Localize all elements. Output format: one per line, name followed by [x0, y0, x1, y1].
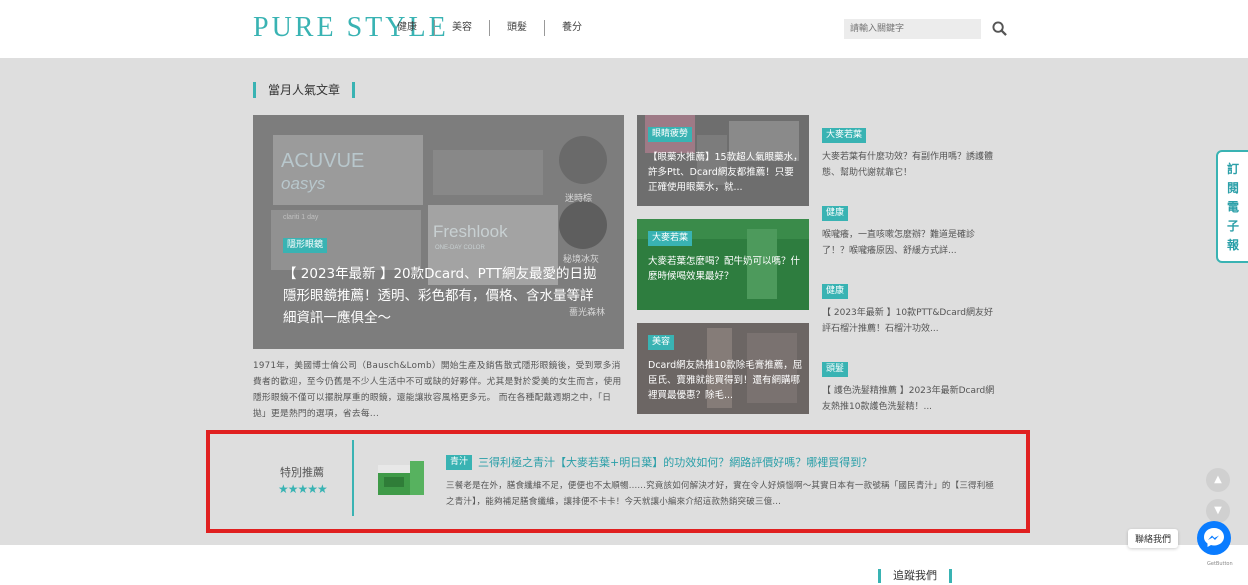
card-tag[interactable]: 眼睛疲勞	[648, 127, 693, 142]
card-title[interactable]: 大麥若葉怎麼喝？配牛奶可以嗎？什麼時候喝效果最好？	[648, 254, 803, 299]
nav-item-beauty[interactable]: 美容	[435, 20, 490, 36]
hero-image-text-acuvue: ACUVUE	[281, 150, 364, 172]
hero-image-text-oasys: oasys	[281, 174, 326, 193]
messenger-button[interactable]	[1197, 521, 1231, 555]
side-article[interactable]: 健康 喉嚨癢，一直咳嗽怎麼辦？難道是確診了！？喉嚨癢原因、舒緩方式詳...	[822, 200, 997, 259]
recommend-divider	[352, 440, 354, 516]
recommend-label: 特別推薦	[280, 466, 324, 479]
main-nav: 健康 美容 頭髮 養分	[380, 20, 599, 36]
follow-us-title: 追蹤我們	[878, 569, 952, 583]
scroll-down-button[interactable]: ▼	[1206, 499, 1230, 523]
recommend-tag[interactable]: 青汁	[446, 454, 473, 470]
search-icon[interactable]	[992, 21, 1007, 36]
nav-item-health[interactable]: 健康	[380, 20, 435, 36]
side-tag[interactable]: 健康	[822, 206, 849, 221]
scroll-up-button[interactable]: ▲	[1206, 468, 1230, 492]
subscribe-label[interactable]: 訂閱電子報	[1227, 160, 1241, 255]
recommend-body: 三餐老是在外，膳食纖維不足，便便也不太順暢......究竟該如何解決才好，實在令…	[446, 481, 995, 507]
side-title[interactable]: 喉嚨癢，一直咳嗽怎麼辦？難道是確診了！？喉嚨癢原因、舒緩方式詳...	[822, 227, 997, 259]
card-title[interactable]: 【眼藥水推薦】15款超人氣眼藥水，許多Ptt、Dcard網友都推薦！只要正確使用…	[648, 150, 803, 195]
hero-image-text-clariti: clariti 1 day	[283, 214, 319, 221]
getbutton-credit: GetButton	[1207, 561, 1233, 567]
side-article[interactable]: 健康 【 2023年最新 】10款PTT&Dcard網友好評石榴汁推薦！石榴汁功…	[822, 278, 997, 337]
side-article[interactable]: 大麥若葉 大麥若葉有什麼功效？有副作用嗎？誘護體態、幫助代謝就靠它！	[822, 122, 997, 181]
side-tag[interactable]: 大麥若葉	[822, 128, 867, 143]
site-header: PURE STYLE 健康 美容 頭髮 養分	[0, 0, 1248, 58]
hero-excerpt: 1971年，美國博士倫公司（Bausch&Lomb）開始生產及銷售散式隱形眼鏡後…	[253, 361, 622, 419]
recommend-heading: 青汁 三得利極之青汁【大麥若葉+明日葉】的功效如何？網路評價好嗎？哪裡買得到？	[446, 454, 872, 470]
messenger-icon	[1204, 528, 1224, 547]
card-tag[interactable]: 大麥若葉	[648, 231, 693, 246]
hero-title[interactable]: 【 2023年最新 】20款Dcard、PTT網友最愛的日拋隱形眼鏡推薦！透明、…	[283, 263, 603, 329]
nav-item-nutrition[interactable]: 養分	[545, 20, 599, 36]
hero-article[interactable]: ACUVUE oasys Freshlook ONE-DAY COLOR cla…	[253, 115, 624, 349]
hero-image-text-oneday: ONE-DAY COLOR	[435, 245, 485, 251]
article-card-barley[interactable]: 大麥若葉 大麥若葉怎麼喝？配牛奶可以嗎？什麼時候喝效果最好？	[637, 219, 809, 310]
article-card-hair-removal[interactable]: 美容 Dcard網友熱推10款除毛膏推薦，屈臣氏、寶雅就能買得到！還有網購哪裡買…	[637, 323, 809, 414]
side-tag[interactable]: 健康	[822, 284, 849, 299]
side-article[interactable]: 頭髮 【 護色洗髮精推薦 】2023年最新Dcard網友熱推10款護色洗髮精！.…	[822, 356, 997, 415]
card-tag[interactable]: 美容	[648, 335, 675, 350]
subscribe-newsletter-tab[interactable]: 訂閱電子報	[1216, 150, 1248, 263]
search-input[interactable]	[844, 19, 981, 39]
recommend-title[interactable]: 三得利極之青汁【大麥若葉+明日葉】的功效如何？網路評價好嗎？哪裡買得到？	[478, 454, 872, 470]
side-tag[interactable]: 頭髮	[822, 362, 849, 377]
card-title[interactable]: Dcard網友熱推10款除毛膏推薦，屈臣氏、寶雅就能買得到！還有網購哪裡買最優惠…	[648, 358, 803, 403]
popular-section-title: 當月人氣文章	[253, 82, 356, 98]
hero-image-text-brown: 迷時棕	[565, 192, 592, 204]
side-title[interactable]: 【 2023年最新 】10款PTT&Dcard網友好評石榴汁推薦！石榴汁功效..…	[822, 305, 997, 337]
side-title[interactable]: 大麥若葉有什麼功效？有副作用嗎？誘護體態、幫助代謝就靠它！	[822, 149, 997, 181]
hero-image-text-freshlook: Freshlook	[433, 222, 508, 241]
footer-section	[0, 545, 1248, 585]
contact-us-label[interactable]: 聯絡我們	[1128, 529, 1179, 548]
hero-tag[interactable]: 隱形眼鏡	[283, 238, 328, 253]
green-juice-product-image[interactable]	[374, 457, 430, 499]
special-recommendation: 特別推薦 ★★★★★ 青汁 三得利極之青汁【大麥若葉+明日葉】的功效如何？網路評…	[206, 430, 1030, 533]
nav-item-hair[interactable]: 頭髮	[490, 20, 545, 36]
article-card-eyedrops[interactable]: 眼睛疲勞 【眼藥水推薦】15款超人氣眼藥水，許多Ptt、Dcard網友都推薦！只…	[637, 115, 809, 206]
recommend-stars: ★★★★★	[278, 482, 328, 496]
side-title[interactable]: 【 護色洗髮精推薦 】2023年最新Dcard網友熱推10款護色洗髮精！...	[822, 383, 997, 415]
